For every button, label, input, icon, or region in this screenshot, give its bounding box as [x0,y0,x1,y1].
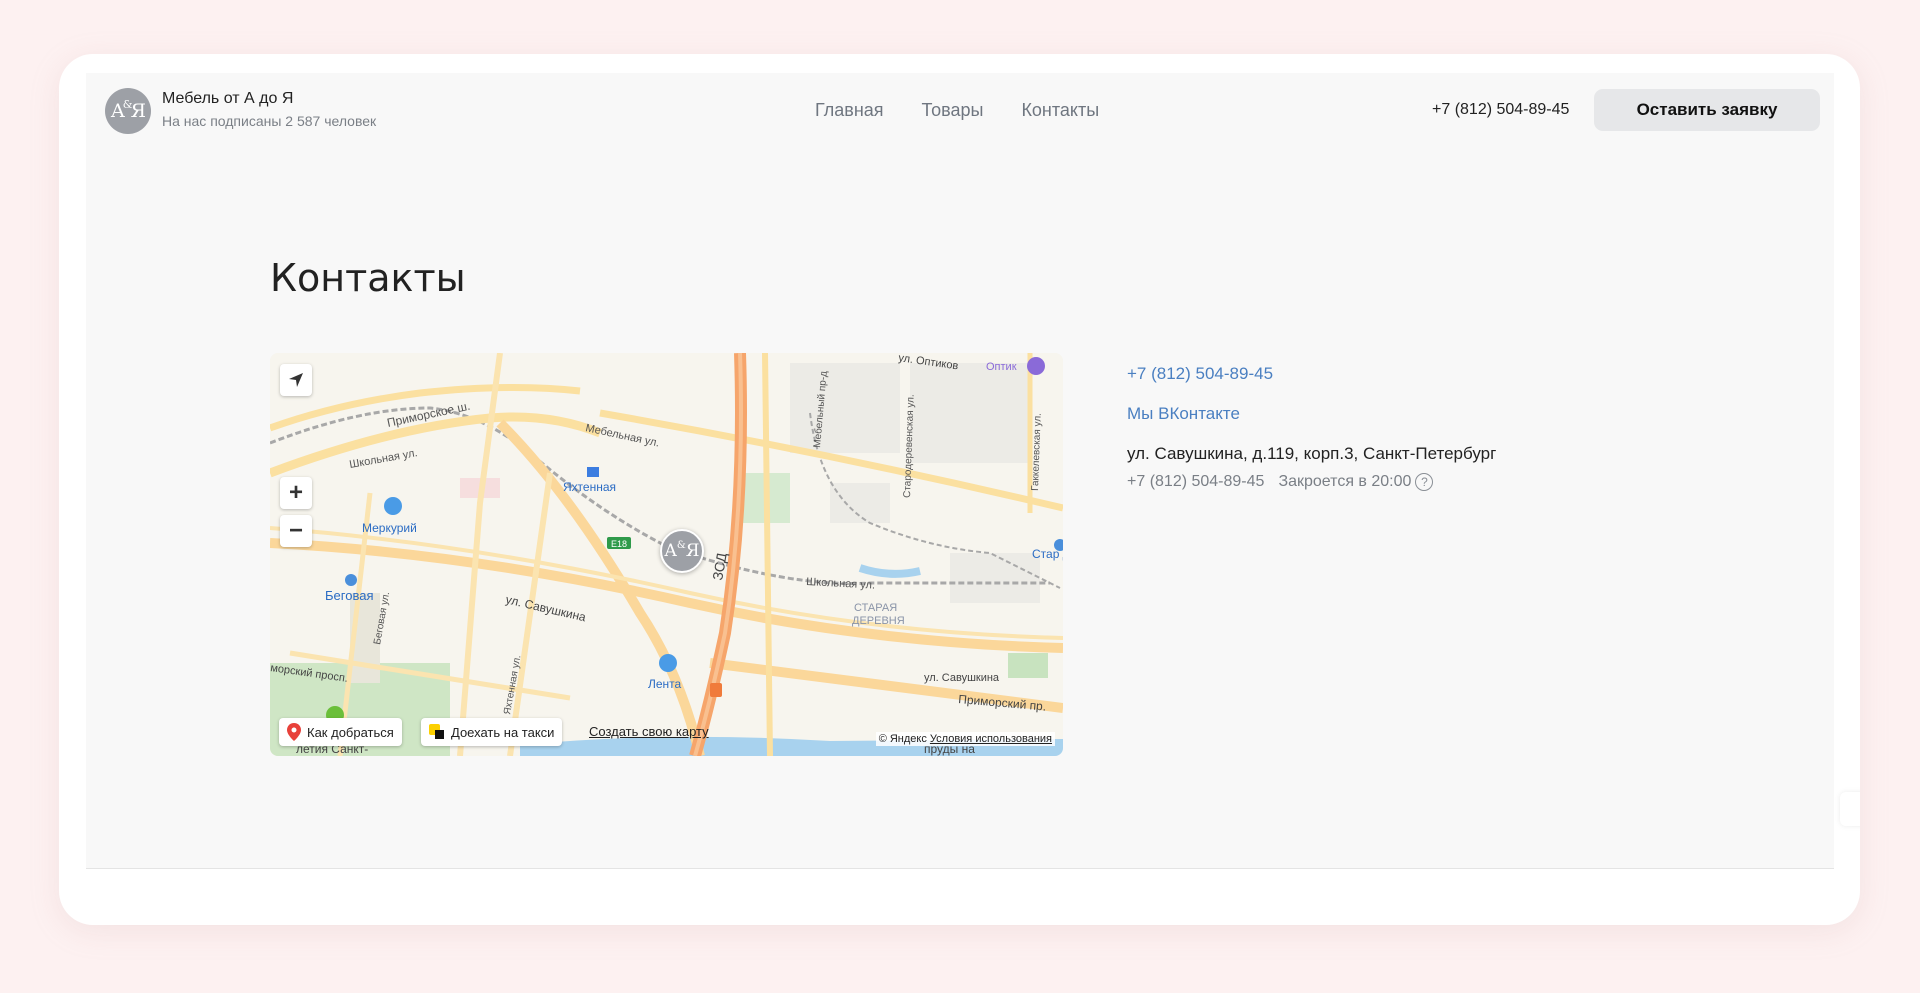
company-map-marker[interactable]: A & Я [660,529,704,573]
contact-phone-link[interactable]: +7 (812) 504-89-45 [1127,364,1273,384]
logo[interactable]: A & Я [105,88,151,134]
nav-item-products[interactable]: Товары [922,100,984,121]
opening-hours: Закроется в 20:00 [1278,473,1412,490]
copyright-text: © Яндекс [878,733,927,745]
side-widget-tab[interactable] [1840,792,1860,826]
address: ул. Савушкина, д.119, корп.3, Санкт-Пете… [1127,444,1497,463]
create-map-link[interactable]: Создать свою карту [589,724,709,739]
subscribers-count: На нас подписаны 2 587 человек [162,113,377,129]
location-pin-icon [287,723,301,741]
terms-link[interactable]: Условия использования [930,733,1052,745]
route-label: Как добраться [307,724,394,740]
svg-text:Беговая: Беговая [325,588,373,603]
taxi-icon [429,724,444,739]
brand-name[interactable]: Мебель от А до Я [162,90,293,108]
route-button[interactable]: Как добраться [279,718,402,746]
help-icon[interactable]: ? [1415,473,1434,491]
navigation-arrow-icon [289,373,303,387]
map-copyright: © Яндекс Условия использования [875,732,1055,746]
nav-item-home[interactable]: Главная [815,100,884,121]
vk-link[interactable]: Мы ВКонтакте [1127,404,1240,424]
secondary-phone[interactable]: +7 (812) 504-89-45 [1127,473,1264,491]
svg-text:ДЕРЕВНЯ: ДЕРЕВНЯ [852,615,905,627]
taxi-button[interactable]: Доехать на такси [421,718,563,746]
header-phone[interactable]: +7 (812) 504-89-45 [1432,101,1569,119]
main-nav: Главная Товары Контакты [815,100,1099,121]
site-container: A & Я Мебель от А до Я На нас подписаны 2 … [86,73,1860,869]
taxi-label: Доехать на такси [451,724,555,740]
svg-text:ул. Савушкина: ул. Савушкина [924,672,1000,684]
map-widget[interactable]: Приморское ш. Мебельная ул. Школьная ул.… [270,353,1063,756]
zoom-in-button[interactable]: + [280,477,312,509]
svg-text:Лента: Лента [648,677,682,691]
nav-item-contacts[interactable]: Контакты [1021,100,1099,121]
svg-text:E18: E18 [611,539,627,549]
svg-text:Стар Дере: Стар Дере [1032,547,1063,561]
submit-request-button[interactable]: Оставить заявку [1594,89,1820,131]
page-card: A & Я Мебель от А до Я На нас подписаны 2 … [59,54,1860,925]
zoom-out-button[interactable]: − [280,515,312,547]
svg-text:СТАРАЯ: СТАРАЯ [854,602,897,614]
svg-text:Яхтенная: Яхтенная [563,480,616,494]
svg-text:Меркурий: Меркурий [362,521,417,535]
svg-text:Оптик: Оптик [986,361,1017,373]
locate-button[interactable] [280,364,312,396]
phone-hours-line: +7 (812) 504-89-45 Закроется в 20:00 ? [1127,473,1434,491]
page-title: Контакты [270,256,466,300]
